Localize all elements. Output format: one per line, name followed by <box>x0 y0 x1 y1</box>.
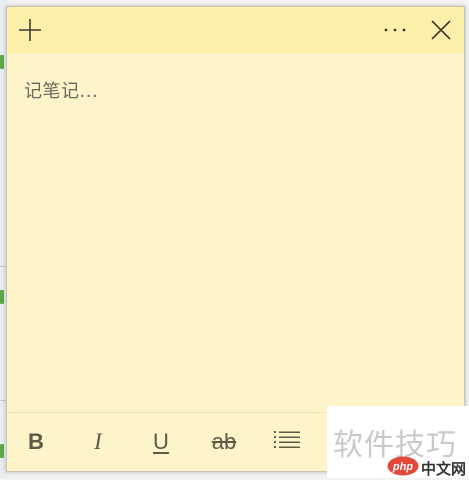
sticky-note-window: 记笔记... B I U ab <box>6 6 465 472</box>
plus-icon <box>18 18 42 42</box>
close-note-button[interactable] <box>418 7 464 53</box>
php-logo-text: php <box>392 461 413 473</box>
note-placeholder: 记笔记... <box>24 81 99 102</box>
bullet-list-button[interactable] <box>263 413 311 471</box>
more-options-button[interactable] <box>372 7 418 53</box>
underline-button[interactable]: U <box>137 413 185 471</box>
add-note-button[interactable] <box>7 7 53 53</box>
ellipsis-icon <box>383 27 407 33</box>
background-mark <box>0 290 4 304</box>
close-icon <box>431 20 451 40</box>
italic-button[interactable]: I <box>74 413 122 471</box>
background-mark <box>0 444 4 458</box>
php-logo-icon: php <box>387 456 419 480</box>
bold-button[interactable]: B <box>12 413 60 471</box>
note-text-area[interactable]: 记笔记... <box>7 53 464 413</box>
background-mark <box>0 55 4 69</box>
site-watermark: 软件技巧 php 中文网 <box>327 406 469 478</box>
watermark-site-name: 中文网 <box>421 460 467 478</box>
strikethrough-button[interactable]: ab <box>200 413 248 471</box>
note-titlebar[interactable] <box>7 7 464 53</box>
bullet-list-icon <box>274 429 300 455</box>
